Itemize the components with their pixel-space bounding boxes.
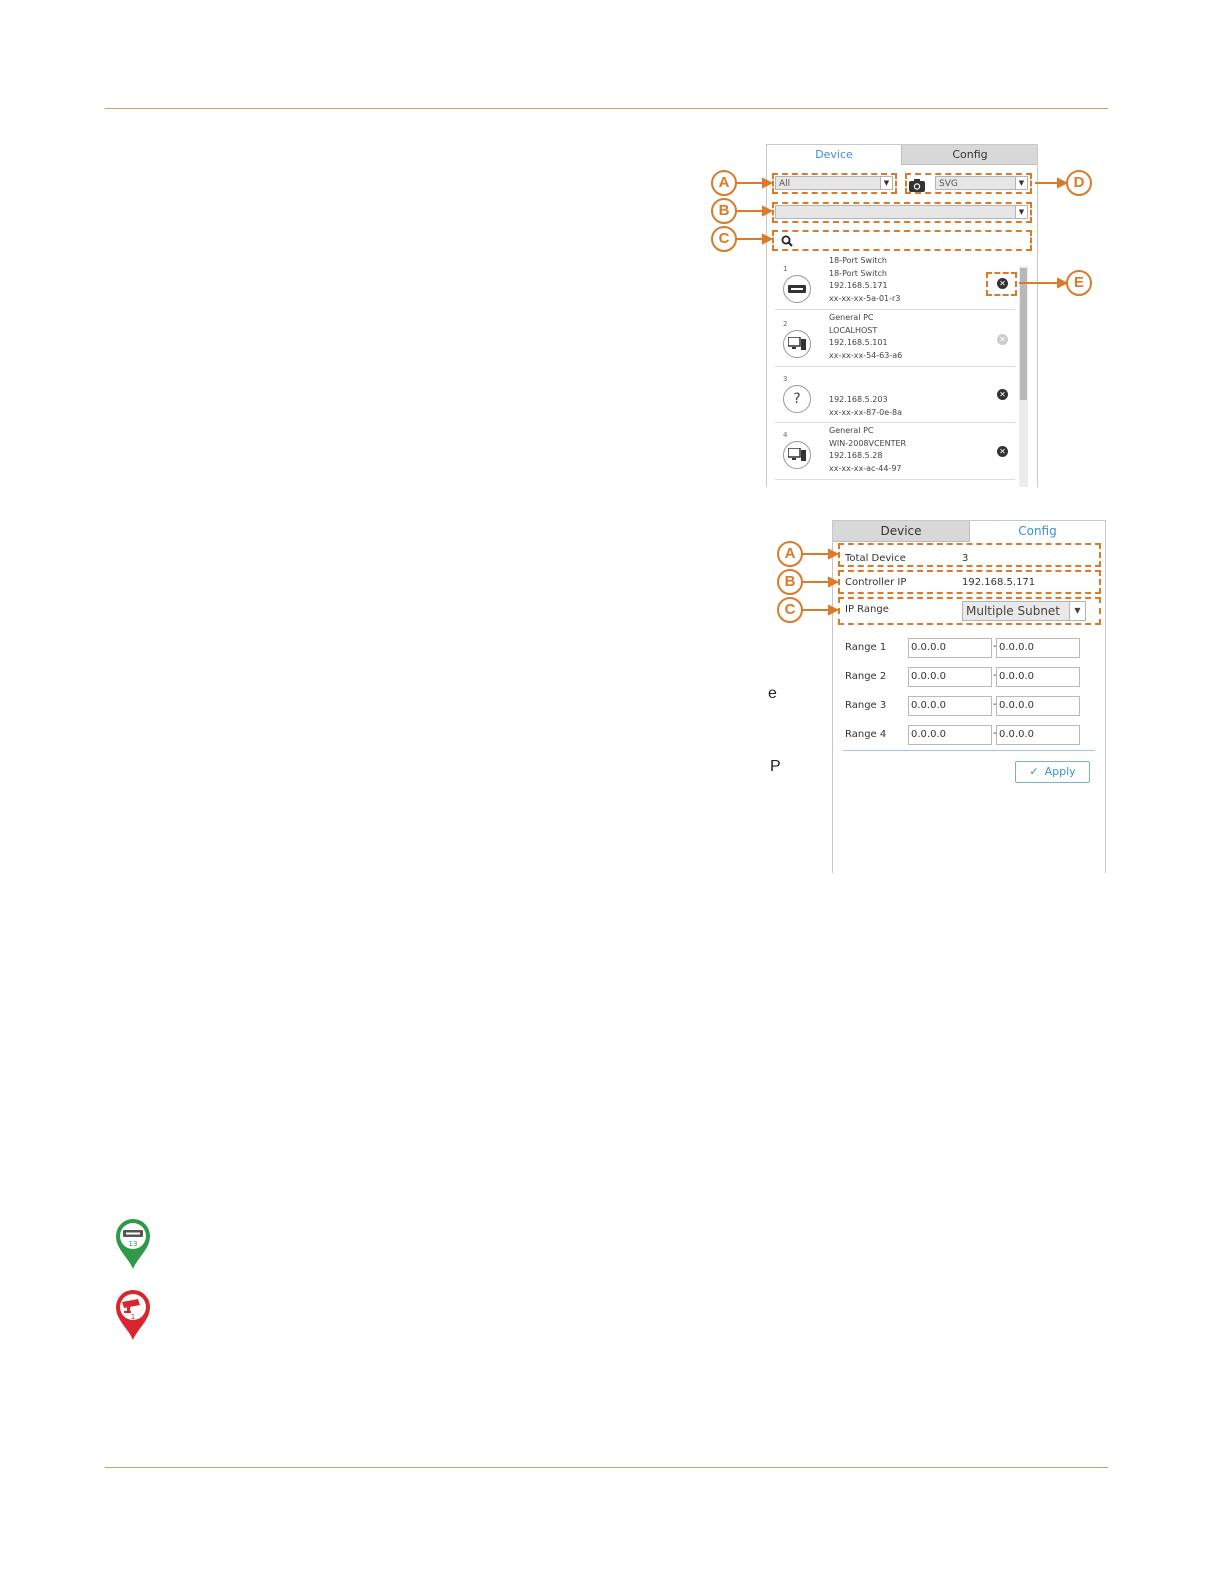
apply-button-label: Apply — [1044, 765, 1076, 778]
callout-b-badge: B — [777, 569, 803, 595]
callout-c-badge: C — [777, 597, 803, 623]
range-label: Range 2 — [845, 671, 887, 682]
pc-icon — [783, 441, 811, 469]
stray-text: e — [768, 685, 777, 702]
range-to-input[interactable]: 0.0.0.0 — [996, 725, 1080, 745]
check-icon: ✓ — [1029, 765, 1039, 778]
footer-rule — [105, 1467, 1108, 1468]
callout-a-badge: A — [711, 170, 737, 196]
device-number: 4 — [783, 431, 788, 439]
callout-e-badge: E — [1066, 270, 1092, 296]
range-label: Range 3 — [845, 700, 887, 711]
pin-count: 1 — [131, 1313, 135, 1321]
apply-button[interactable]: ✓ Apply — [1015, 761, 1090, 783]
device-mac: xx-xx-xx-87-0e-8a — [829, 407, 903, 417]
range-from-input[interactable]: 0.0.0.0 — [908, 696, 992, 716]
callout-arrows-bottom — [0, 530, 1224, 650]
device-info: General PC WIN-2008VCENTER 192.168.5.28 … — [829, 425, 906, 475]
device-mac: xx-xx-xx-ac-44-97 — [829, 463, 902, 473]
callout-d-badge: D — [1066, 170, 1092, 196]
divider — [843, 750, 1095, 751]
stray-text: P — [770, 758, 781, 775]
list-item[interactable]: 4 General PC WIN-2008VCENTER 192.168.5.2… — [775, 423, 1015, 480]
range-to-input[interactable]: 0.0.0.0 — [996, 667, 1080, 687]
camera-map-pin: 1 — [114, 1288, 152, 1342]
callout-a-badge: A — [777, 541, 803, 567]
range-to-input[interactable]: 0.0.0.0 — [996, 696, 1080, 716]
callout-b-badge: B — [711, 198, 737, 224]
remove-icon[interactable]: ✕ — [997, 446, 1008, 457]
callout-c-badge: C — [711, 226, 737, 252]
range-label: Range 4 — [845, 729, 887, 740]
pin-count: 13 — [129, 1240, 138, 1248]
callout-arrows-top — [736, 177, 1069, 289]
range-from-input[interactable]: 0.0.0.0 — [908, 667, 992, 687]
device-ip: 192.168.5.28 — [829, 451, 883, 460]
range-from-input[interactable]: 0.0.0.0 — [908, 725, 992, 745]
device-name: WIN-2008VCENTER — [829, 438, 907, 448]
switch-map-pin: 13 — [114, 1217, 152, 1271]
device-type: General PC — [829, 426, 874, 435]
